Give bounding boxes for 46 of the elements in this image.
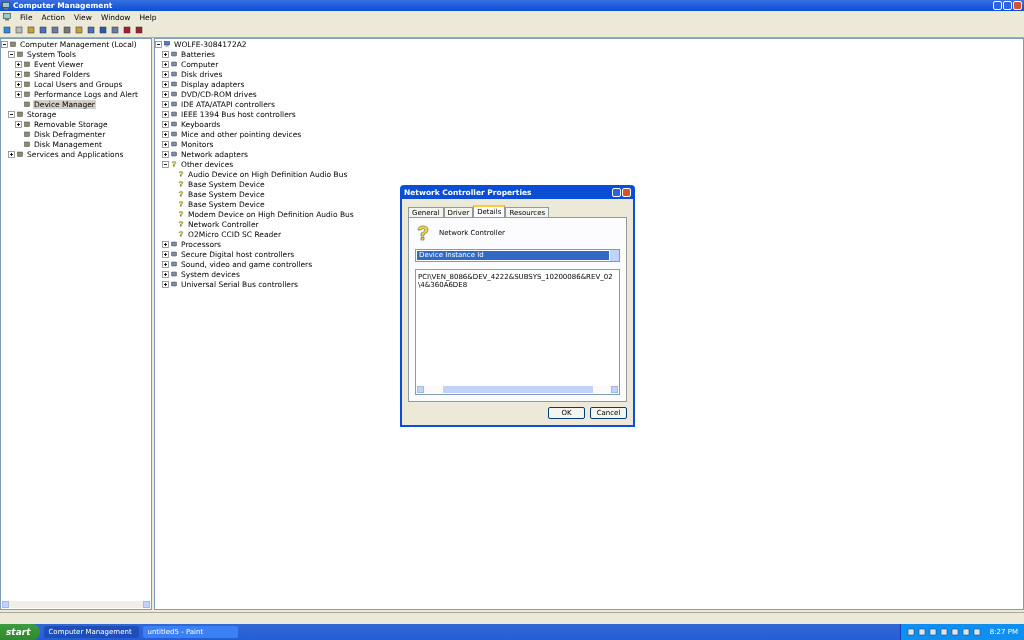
- question-icon: [171, 161, 177, 167]
- question-icon: [178, 211, 184, 217]
- question-icon: [178, 201, 184, 207]
- expand-toggle[interactable]: [162, 240, 169, 248]
- computer-icon: [3, 13, 11, 21]
- collapse-toggle[interactable]: [1, 40, 8, 48]
- expand-toggle[interactable]: [162, 130, 169, 138]
- restore-button[interactable]: [1003, 1, 1012, 10]
- expand-toggle[interactable]: [8, 150, 15, 158]
- collapse-toggle[interactable]: [155, 40, 162, 48]
- question-icon: [415, 225, 431, 241]
- computer-icon: [164, 41, 170, 47]
- expand-toggle[interactable]: [15, 120, 22, 128]
- question-icon: [178, 231, 184, 237]
- expand-toggle[interactable]: [162, 110, 169, 118]
- collapse-toggle[interactable]: [8, 110, 15, 118]
- question-icon: [178, 191, 184, 197]
- start-button[interactable]: start: [0, 624, 41, 640]
- expand-toggle[interactable]: [15, 60, 22, 68]
- expand-toggle[interactable]: [162, 150, 169, 158]
- expand-toggle[interactable]: [162, 250, 169, 258]
- close-button[interactable]: [1013, 1, 1022, 10]
- scroll-thumb[interactable]: [442, 386, 593, 393]
- question-icon: [178, 181, 184, 187]
- collapse-toggle[interactable]: [162, 160, 169, 168]
- question-icon: [178, 171, 184, 177]
- collapse-toggle[interactable]: [8, 50, 15, 58]
- expand-toggle[interactable]: [162, 90, 169, 98]
- help-button[interactable]: [612, 187, 621, 197]
- expand-toggle[interactable]: [162, 70, 169, 78]
- expand-toggle[interactable]: [162, 270, 169, 278]
- computer-icon: [2, 1, 10, 10]
- minimize-button[interactable]: [993, 1, 1002, 10]
- expand-toggle[interactable]: [162, 60, 169, 68]
- expand-toggle[interactable]: [162, 80, 169, 88]
- expand-toggle[interactable]: [162, 50, 169, 58]
- expand-toggle[interactable]: [162, 100, 169, 108]
- expand-toggle[interactable]: [162, 140, 169, 148]
- close-button[interactable]: [622, 187, 631, 197]
- expand-toggle[interactable]: [15, 80, 22, 88]
- expand-toggle[interactable]: [15, 70, 22, 78]
- expand-toggle[interactable]: [15, 90, 22, 98]
- expand-toggle[interactable]: [162, 280, 169, 288]
- expand-toggle[interactable]: [162, 120, 169, 128]
- question-icon: [178, 221, 184, 227]
- expand-toggle[interactable]: [162, 260, 169, 268]
